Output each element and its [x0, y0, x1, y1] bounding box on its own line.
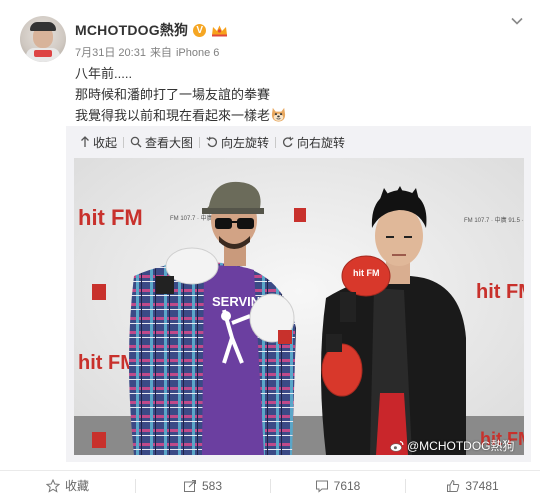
comment-icon	[315, 480, 328, 493]
photo-watermark: @MCHOTDOG熱狗	[390, 437, 515, 454]
rotate-left-button[interactable]: 向左旋转	[200, 134, 275, 151]
banner-logo: hit FM	[78, 352, 137, 374]
banner-mark	[92, 284, 106, 300]
comment-button[interactable]: 7618	[270, 471, 405, 500]
favorite-button[interactable]: 收藏	[0, 471, 135, 500]
banner-mark	[92, 432, 106, 448]
photo-illustration: hit FM FM 107.7 · 中廣 91.5 · 台中 90.5 hit …	[74, 158, 524, 455]
post-time-link[interactable]: 7月31日 20:31	[75, 47, 146, 59]
content-line: 我覺得我以前和現在看起來一樣老	[75, 105, 287, 126]
rotate-right-label: 向右旋转	[297, 135, 346, 150]
collapse-arrow-icon	[81, 136, 89, 147]
avatar-shirt-logo	[34, 50, 52, 57]
source-prefix: 来自	[149, 47, 172, 59]
banner-mark	[294, 208, 306, 222]
watermark-text: @MCHOTDOG熱狗	[407, 439, 515, 453]
collapse-button[interactable]: 收起	[74, 134, 123, 151]
rotate-left-icon	[206, 136, 218, 148]
content-line: 那時候和潘帥打了一場友誼的拳賽	[75, 87, 271, 102]
repost-button[interactable]: 583	[135, 471, 270, 500]
like-count: 37481	[465, 478, 499, 493]
banner-frequency: FM 107.7 · 中廣 91.5 · 台中 90.5	[464, 216, 524, 224]
content-line-text: 我覺得我以前和現在看起來一樣老	[75, 108, 271, 123]
avatar[interactable]	[20, 16, 66, 62]
banner-logo: hit FM	[476, 281, 524, 303]
rotate-right-icon	[283, 136, 294, 148]
repost-icon	[183, 479, 196, 492]
doge-emoji-icon	[271, 107, 286, 122]
collapse-label: 收起	[93, 135, 118, 150]
chevron-down-icon[interactable]	[510, 14, 524, 28]
like-button[interactable]: 37481	[405, 471, 540, 500]
rotate-right-button[interactable]: 向右旋转	[276, 134, 351, 151]
thumbs-up-icon	[447, 479, 460, 492]
post-content: 八年前..... 那時候和潘帥打了一場友誼的拳賽 我覺得我以前和現在看起來一樣老	[75, 63, 287, 126]
star-icon	[45, 478, 60, 493]
avatar-cap	[30, 22, 56, 31]
member-crown-icon[interactable]	[211, 24, 228, 37]
weibo-logo-icon	[390, 440, 404, 452]
post-meta: 7月31日 20:31 来自 iPhone 6	[75, 44, 219, 60]
image-toolbar: 收起 查看大图 向左旋转 向右旋转	[74, 132, 351, 152]
post-photo[interactable]: hit FM FM 107.7 · 中廣 91.5 · 台中 90.5 hit …	[74, 158, 524, 455]
favorite-label: 收藏	[64, 479, 89, 493]
action-bar: 收藏 583 7618 37481	[0, 470, 540, 500]
username-link[interactable]: MCHOTDOG熱狗	[75, 20, 188, 40]
svg-text:hit FM: hit FM	[353, 268, 380, 278]
repost-count: 583	[201, 478, 223, 493]
content-line: 八年前.....	[75, 66, 133, 81]
source-device-link[interactable]: iPhone 6	[176, 47, 219, 59]
rotate-left-label: 向左旋转	[221, 135, 270, 150]
view-large-button[interactable]: 查看大图	[124, 134, 199, 151]
svg-text:hit FM: hit FM	[78, 352, 137, 374]
comment-count: 7618	[333, 478, 361, 493]
view-large-label: 查看大图	[145, 135, 194, 150]
svg-text:hit FM: hit FM	[78, 205, 143, 230]
magnifier-icon	[130, 136, 142, 148]
name-row: MCHOTDOG熱狗 V	[75, 20, 228, 40]
svg-text:hit FM: hit FM	[476, 281, 524, 303]
verified-badge-icon[interactable]: V	[193, 23, 207, 37]
weibo-post-card: MCHOTDOG熱狗 V 7月31日 20:31 来自 iPhone 6 八年前..…	[0, 0, 540, 500]
